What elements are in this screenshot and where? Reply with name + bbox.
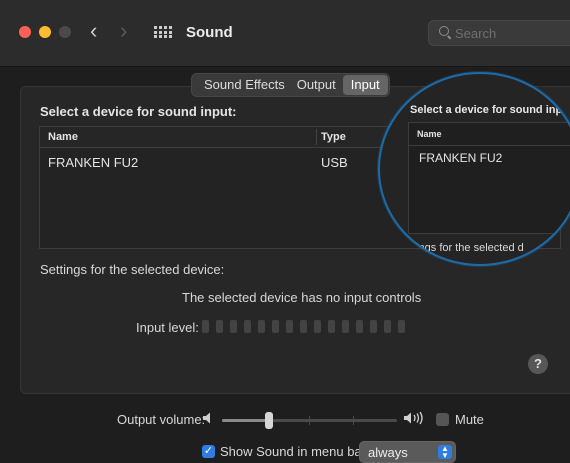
- tab-sound-effects[interactable]: Sound Effects: [192, 74, 291, 96]
- slider-tick: [353, 416, 354, 425]
- magnifier-settings-text: ttings for the selected d: [410, 242, 524, 254]
- tab-bar: Sound Effects Output Input: [191, 73, 390, 97]
- device-type-cell[interactable]: USB: [321, 155, 348, 170]
- magnifier-section-title: Select a device for sound inp: [410, 104, 563, 116]
- volume-slider-fill: [222, 419, 269, 422]
- input-level-segment: [314, 320, 321, 333]
- input-level-segment: [230, 320, 237, 333]
- magnifier-callout: Select a device for sound inp Name FRANK…: [378, 72, 570, 266]
- show-all-grid-icon[interactable]: [154, 26, 172, 38]
- input-level-segment: [356, 320, 363, 333]
- help-button[interactable]: ?: [528, 354, 548, 374]
- input-level-segment: [216, 320, 223, 333]
- output-volume-label: Output volume:: [117, 412, 206, 427]
- no-input-controls-text: The selected device has no input control…: [182, 290, 422, 305]
- menu-bar-mode-value: always: [368, 445, 408, 460]
- input-level-segment: [342, 320, 349, 333]
- forward-chevron-icon[interactable]: ›: [120, 20, 127, 42]
- input-level-segment: [286, 320, 293, 333]
- tab-input[interactable]: Input: [342, 75, 388, 95]
- search-input[interactable]: [455, 21, 570, 45]
- magnifier-header-divider: [409, 145, 570, 146]
- column-divider: [316, 129, 317, 145]
- magnifier-device-name: FRANKEN FU2: [419, 151, 503, 165]
- input-level-segment: [300, 320, 307, 333]
- title-bar: ‹ › Sound: [0, 0, 570, 67]
- popup-arrows-icon: ▲ ▼: [438, 445, 452, 460]
- input-level-segment: [272, 320, 279, 333]
- close-button[interactable]: [19, 26, 31, 38]
- magnifier-column-name: Name: [417, 129, 442, 139]
- column-header-type[interactable]: Type: [321, 131, 346, 143]
- input-level-meter: [202, 320, 405, 333]
- slider-tick: [309, 416, 310, 425]
- column-header-name[interactable]: Name: [48, 131, 78, 143]
- menu-bar-mode-popup[interactable]: always ▲ ▼: [359, 441, 456, 463]
- input-level-segment: [384, 320, 391, 333]
- window-title: Sound: [186, 24, 233, 41]
- input-level-segment: [370, 320, 377, 333]
- input-level-segment: [398, 320, 405, 333]
- device-name-cell[interactable]: FRANKEN FU2: [48, 155, 138, 170]
- settings-label: Settings for the selected device:: [40, 262, 225, 277]
- volume-low-icon: [203, 412, 210, 424]
- section-title: Select a device for sound input:: [40, 104, 237, 119]
- back-chevron-icon[interactable]: ‹: [90, 20, 97, 42]
- show-in-menu-bar-label: Show Sound in menu bar: [220, 444, 366, 459]
- minimize-button[interactable]: [39, 26, 51, 38]
- input-level-segment: [258, 320, 265, 333]
- mute-label: Mute: [455, 412, 484, 427]
- tab-output[interactable]: Output: [291, 74, 342, 96]
- search-field[interactable]: [428, 20, 570, 46]
- input-level-segment: [328, 320, 335, 333]
- mute-checkbox[interactable]: [436, 413, 449, 426]
- show-in-menu-bar-checkbox[interactable]: ✓: [202, 445, 215, 458]
- input-level-segment: [202, 320, 209, 333]
- volume-slider-thumb[interactable]: [265, 412, 273, 429]
- input-level-segment: [244, 320, 251, 333]
- search-icon: [439, 26, 449, 36]
- zoom-button[interactable]: [59, 26, 71, 38]
- input-level-label: Input level:: [136, 320, 199, 335]
- volume-high-icon: [404, 411, 423, 425]
- output-volume-slider[interactable]: [222, 412, 397, 429]
- magnifier-device-table: Name FRANKEN FU2: [408, 122, 570, 234]
